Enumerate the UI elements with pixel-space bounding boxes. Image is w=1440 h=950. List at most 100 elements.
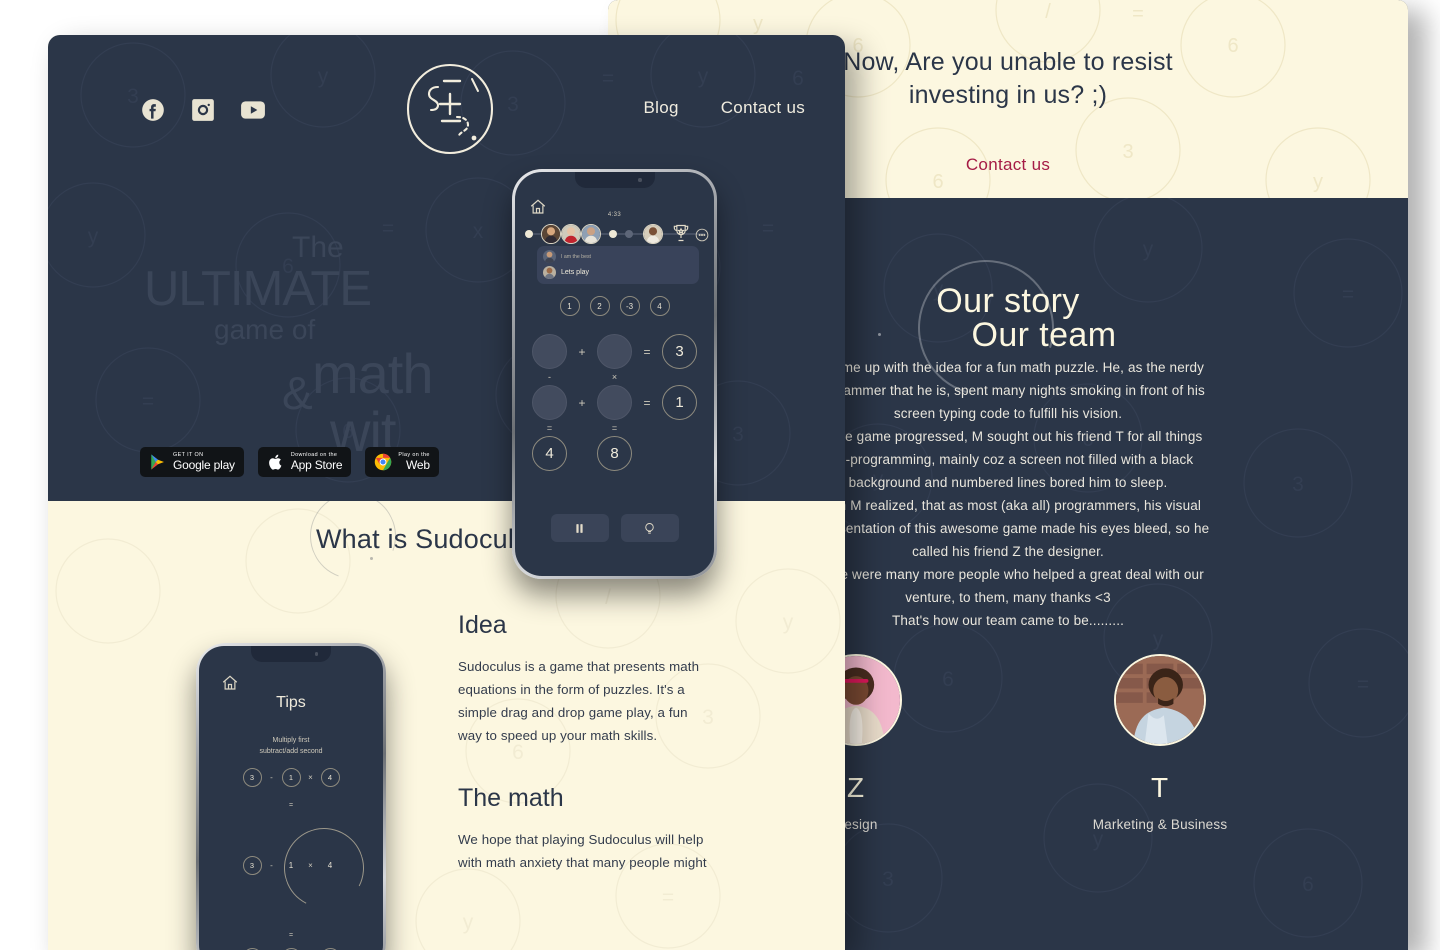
tips-value: 4	[327, 861, 333, 870]
google-play-text: GET IT ON Google play	[173, 452, 235, 471]
number-token[interactable]: -3	[619, 296, 640, 316]
tips-screen: Tips Multiply first subtract/add second …	[199, 646, 383, 950]
vertical-operators: = =	[515, 423, 714, 433]
svg-text:3: 3	[882, 868, 894, 891]
hint-button[interactable]	[620, 514, 679, 542]
svg-text:3: 3	[732, 423, 744, 446]
avatar-marketing	[1114, 654, 1206, 746]
cta-contact-link[interactable]: Contact us	[966, 155, 1050, 175]
idea-heading: Idea	[458, 611, 507, 639]
svg-text:/: /	[605, 586, 611, 609]
app-store-badge[interactable]: Download on the App Store	[257, 447, 352, 477]
drop-slot[interactable]	[532, 334, 567, 369]
tips-equals-1: =	[288, 802, 294, 809]
left-card: 3y3 y=6 y6= xy= =6/ 3 The ULTIMATE game …	[48, 35, 845, 950]
tips-operator: -	[270, 861, 273, 870]
chat-icon[interactable]	[695, 228, 709, 242]
player-dot	[625, 230, 633, 238]
chat-message: Lets play	[543, 266, 693, 279]
operator: =	[546, 423, 553, 433]
drop-slot[interactable]	[597, 385, 632, 420]
svg-text:6: 6	[1302, 873, 1314, 896]
chrome-icon	[374, 453, 392, 471]
cta-title-line1: Now, Are you unable to resist	[843, 48, 1173, 76]
team-member-role: Marketing & Business	[1092, 817, 1228, 832]
tips-value: 4	[320, 768, 340, 787]
tips-subtitle-line2: subtract/add second	[259, 748, 323, 755]
game-controls	[515, 514, 714, 542]
play-on-web-text: Play on the Web	[398, 452, 430, 472]
idea-body: Sudoculus is a game that presents math e…	[458, 659, 700, 743]
number-token[interactable]: 2	[589, 296, 610, 316]
instagram-icon[interactable]	[190, 97, 216, 123]
pause-button[interactable]	[550, 514, 609, 542]
puzzle-row: + = 3	[515, 334, 714, 369]
headline-game-of: game of	[214, 314, 316, 345]
google-play-icon	[149, 453, 167, 471]
tips-subtitle: Multiply first subtract/add second	[199, 735, 383, 757]
operator: ×	[611, 372, 618, 382]
chat-box: I am the best Lets play	[537, 246, 699, 284]
puzzle-row: + = 1	[515, 385, 714, 420]
player-avatar[interactable]	[541, 224, 561, 244]
team-member-name: T	[1150, 772, 1170, 803]
svg-text:=: =	[662, 886, 674, 909]
tips-equals-2: =	[288, 932, 294, 939]
math-block: The math We hope that playing Sudoculus …	[458, 784, 714, 874]
phone-frame: Tips Multiply first subtract/add second …	[196, 643, 386, 950]
nav-link-contact-us[interactable]: Contact us	[721, 98, 805, 118]
svg-text:y: y	[1143, 238, 1154, 261]
svg-text:=: =	[762, 217, 774, 240]
game-timer: 4:33	[607, 212, 622, 218]
math-heading: The math	[458, 784, 564, 812]
social-links	[140, 97, 266, 123]
headline-ampersand: &	[282, 367, 313, 419]
play-on-web-badge[interactable]: Play on the Web	[365, 447, 439, 477]
number-token[interactable]: 1	[559, 296, 580, 316]
answer-value: 1	[662, 385, 697, 420]
player-avatar[interactable]	[643, 224, 663, 244]
nav-links: Blog Contact us	[644, 98, 806, 118]
player-dot	[609, 230, 617, 238]
nav-link-blog[interactable]: Blog	[644, 98, 679, 118]
chat-message: I am the best	[543, 250, 693, 263]
player-avatar[interactable]	[561, 224, 581, 244]
result-value: 8	[597, 436, 632, 471]
player-dot	[525, 230, 533, 238]
idea-block: Idea Sudoculus is a game that presents m…	[458, 611, 714, 747]
top-nav: Blog Contact us	[48, 35, 845, 195]
number-token[interactable]: 4	[649, 296, 670, 316]
tips-subtitle-line1: Multiply first	[272, 737, 310, 744]
puzzle-grid: + = 3 - × + = 1 = = 4 8	[515, 334, 714, 471]
app-store-text: Download on the App Store	[291, 452, 343, 471]
phone-notch	[251, 646, 331, 662]
result-value: 4	[532, 436, 567, 471]
trophy-icon	[671, 223, 691, 245]
home-icon[interactable]	[221, 674, 239, 692]
tips-title: Tips	[276, 694, 306, 711]
tips-value: 3	[242, 856, 262, 875]
store-badges: GET IT ON Google play Download on the Ap…	[140, 447, 439, 477]
facebook-icon[interactable]	[140, 97, 166, 123]
sudoculus-logo[interactable]	[400, 59, 500, 159]
google-play-badge[interactable]: GET IT ON Google play	[140, 447, 244, 477]
tips-value: 1	[288, 861, 294, 870]
chat-avatar	[543, 266, 556, 279]
player-avatar[interactable]	[581, 224, 601, 244]
math-watermark-cream: 63 y= y/	[55, 508, 841, 950]
tips-operator: -	[270, 773, 273, 782]
badge-big-text: Web	[405, 457, 430, 472]
svg-text:y: y	[88, 225, 99, 248]
tips-equation-1: 3 - 1 × 4	[199, 768, 383, 787]
youtube-icon[interactable]	[240, 97, 266, 123]
drop-slot[interactable]	[532, 385, 567, 420]
drop-slot[interactable]	[597, 334, 632, 369]
camera-dot	[314, 652, 318, 656]
svg-text:y: y	[463, 911, 474, 934]
math-body: We hope that playing Sudoculus will help…	[458, 832, 707, 870]
